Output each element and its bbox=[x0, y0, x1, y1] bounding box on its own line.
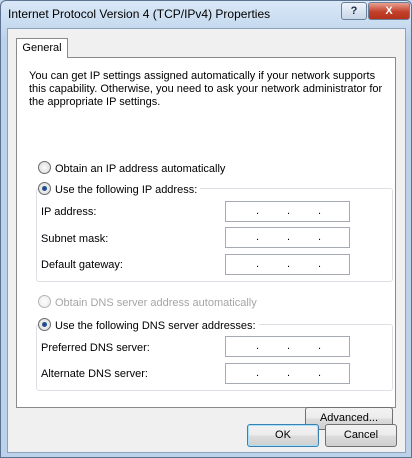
ip-octet-separator: . bbox=[256, 340, 260, 352]
dialog-window: Internet Protocol Version 4 (TCP/IPv4) P… bbox=[0, 0, 412, 458]
ip-octet-separator: . bbox=[318, 367, 322, 379]
ip-octet-separator: . bbox=[318, 340, 322, 352]
ip-octet-separator: . bbox=[287, 367, 291, 379]
use-following-dns-option[interactable]: Use the following DNS server addresses: bbox=[38, 318, 259, 332]
obtain-dns-auto-option[interactable]: Obtain DNS server address automatically bbox=[38, 295, 257, 309]
ip-octet-separator: . bbox=[256, 367, 260, 379]
subnet-mask-input[interactable]: . . . bbox=[225, 227, 350, 248]
help-button[interactable]: ? bbox=[341, 2, 367, 20]
intro-text: You can get IP settings assigned automat… bbox=[29, 70, 383, 108]
ip-octet-separator: . bbox=[256, 258, 260, 270]
obtain-ip-auto-option[interactable]: Obtain an IP address automatically bbox=[38, 161, 225, 175]
ip-octet-separator: . bbox=[256, 205, 260, 217]
obtain-ip-auto-radio[interactable] bbox=[38, 161, 51, 174]
window-title: Internet Protocol Version 4 (TCP/IPv4) P… bbox=[8, 7, 271, 21]
ok-button[interactable]: OK bbox=[247, 424, 319, 447]
use-following-dns-label: Use the following DNS server addresses: bbox=[55, 320, 256, 332]
preferred-dns-input[interactable]: . . . bbox=[225, 336, 350, 357]
ip-octet-separator: . bbox=[256, 231, 260, 243]
subnet-mask-label: Subnet mask: bbox=[41, 233, 109, 245]
ip-address-label: IP address: bbox=[41, 206, 97, 218]
alternate-dns-input[interactable]: . . . bbox=[225, 363, 350, 384]
ip-octet-separator: . bbox=[287, 340, 291, 352]
default-gateway-input[interactable]: . . . bbox=[225, 254, 350, 275]
ip-address-input[interactable]: . . . bbox=[225, 201, 350, 222]
obtain-ip-auto-label: Obtain an IP address automatically bbox=[55, 163, 226, 175]
obtain-dns-auto-label: Obtain DNS server address automatically bbox=[55, 297, 257, 309]
use-following-ip-label: Use the following IP address: bbox=[55, 184, 198, 196]
cancel-button[interactable]: Cancel bbox=[325, 424, 397, 447]
ip-octet-separator: . bbox=[318, 231, 322, 243]
ip-octet-separator: . bbox=[287, 231, 291, 243]
ip-octet-separator: . bbox=[287, 258, 291, 270]
default-gateway-label: Default gateway: bbox=[41, 259, 123, 271]
title-bar[interactable]: Internet Protocol Version 4 (TCP/IPv4) P… bbox=[1, 1, 411, 27]
ip-octet-separator: . bbox=[287, 205, 291, 217]
dialog-client-area: General You can get IP settings assigned… bbox=[7, 28, 406, 453]
general-tab-panel: You can get IP settings assigned automat… bbox=[16, 57, 396, 430]
preferred-dns-label: Preferred DNS server: bbox=[41, 342, 150, 354]
use-following-dns-radio[interactable] bbox=[38, 318, 51, 331]
close-button[interactable]: X bbox=[368, 2, 410, 20]
obtain-dns-auto-radio[interactable] bbox=[38, 295, 51, 308]
ip-octet-separator: . bbox=[318, 258, 322, 270]
ip-octet-separator: . bbox=[318, 205, 322, 217]
use-following-ip-radio[interactable] bbox=[38, 182, 51, 195]
tab-general[interactable]: General bbox=[16, 38, 68, 58]
use-following-ip-option[interactable]: Use the following IP address: bbox=[38, 182, 201, 196]
alternate-dns-label: Alternate DNS server: bbox=[41, 368, 148, 380]
